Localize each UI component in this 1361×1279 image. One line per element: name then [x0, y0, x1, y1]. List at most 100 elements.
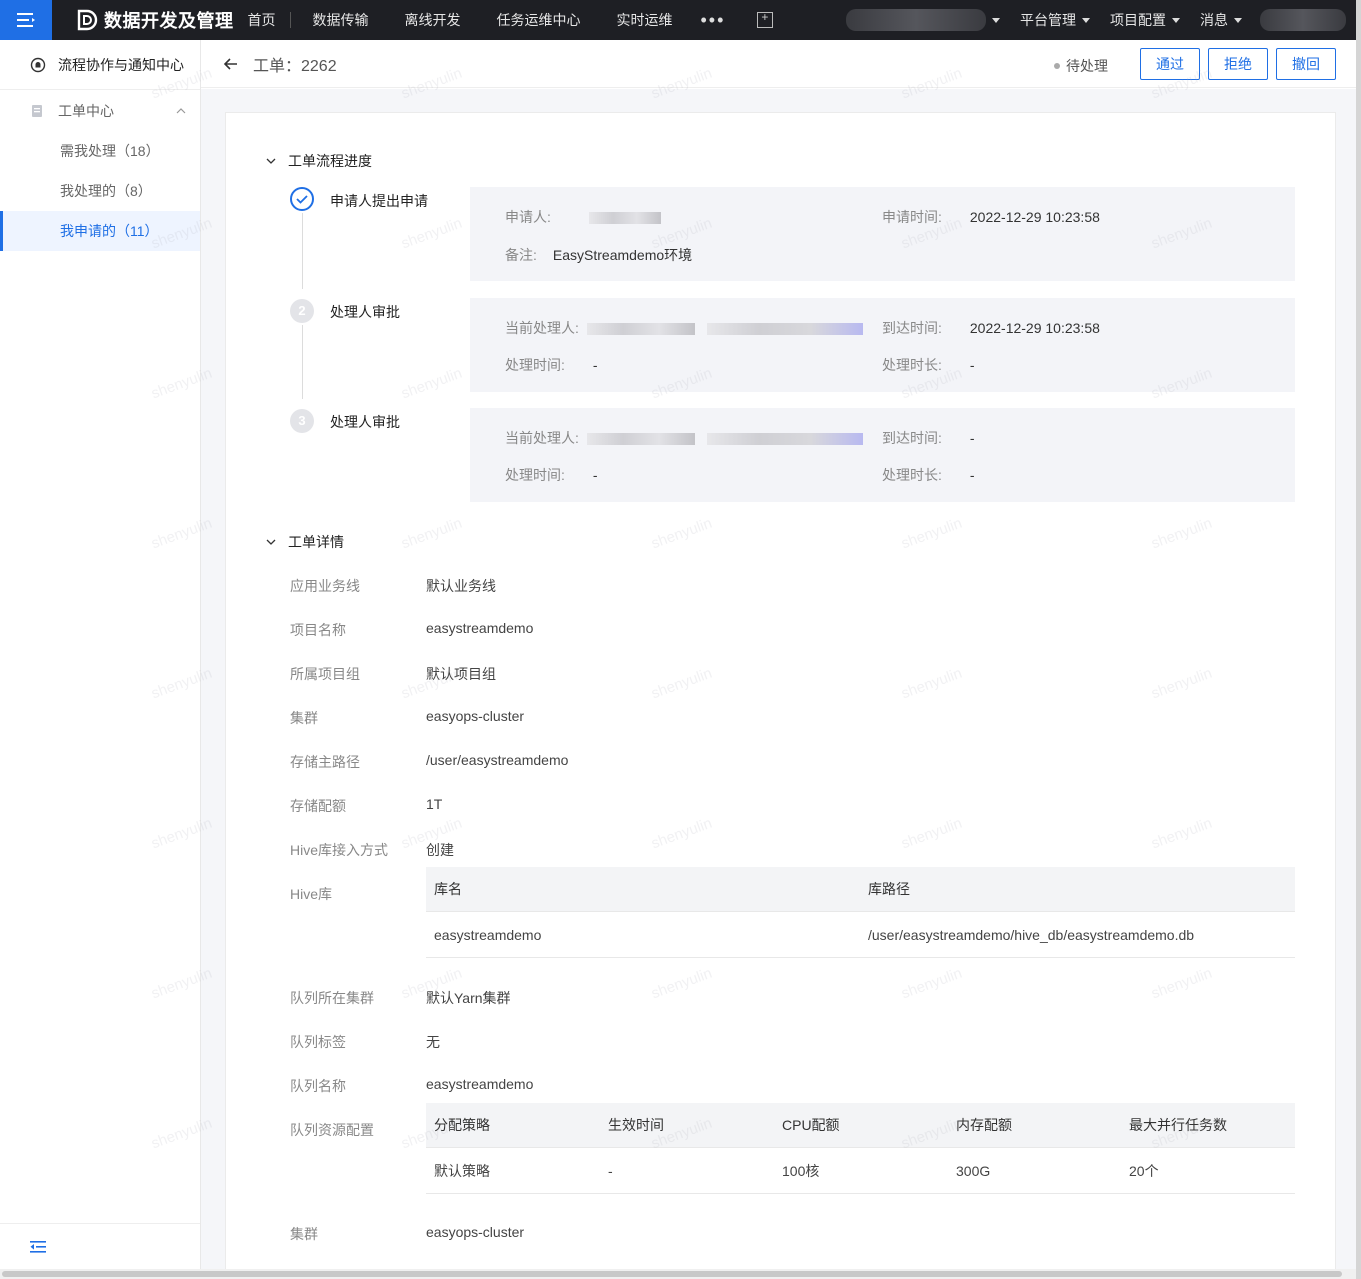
sidebar-item-handled[interactable]: 我处理的（8）: [0, 171, 200, 211]
sidebar-item-to-handle[interactable]: 需我处理（18）: [0, 131, 200, 171]
main-nav: 首页 数据传输 离线开发 任务运维中心 实时运维 •••: [248, 0, 774, 40]
handler-value: [586, 433, 695, 446]
sidebar-group-ticket-center[interactable]: 工单中心: [0, 91, 200, 131]
step-2-name: 处理人审批: [330, 304, 400, 320]
sidebar-collapse-button[interactable]: [0, 1223, 200, 1269]
field-label: 队列名称: [290, 1078, 346, 1094]
nav-task-ops[interactable]: 任务运维中心: [479, 0, 599, 40]
horizontal-scrollbar[interactable]: [0, 1269, 1356, 1279]
progress-section-header[interactable]: 工单流程进度: [266, 151, 372, 171]
more-nav-button[interactable]: •••: [691, 10, 736, 31]
column-header: 最大并行任务数: [1129, 1117, 1227, 1133]
sidebar-header: 流程协作与通知中心: [0, 40, 200, 90]
apply-time-value: 2022-12-29 10:23:58: [969, 209, 1100, 225]
duration-field: 处理时长: -: [882, 465, 975, 485]
field-value: 1T: [426, 796, 443, 812]
field-value: 无: [426, 1034, 440, 1050]
scrollbar-thumb[interactable]: [2, 1271, 1342, 1277]
sidebar-item-my-requests[interactable]: 我申请的（11）: [0, 211, 200, 251]
field-value: 默认项目组: [426, 666, 496, 682]
nav-data-transfer[interactable]: 数据传输: [295, 0, 387, 40]
top-bar: 数据开发及管理 首页 数据传输 离线开发 任务运维中心 实时运维 ••• 平台管…: [0, 0, 1356, 40]
project-config-label: 项目配置: [1110, 12, 1166, 28]
table-row: 默认策略 - 100核 300G 20个: [426, 1148, 1295, 1194]
column-header: 分配策略: [434, 1117, 490, 1133]
note-label: 备注:: [505, 247, 537, 263]
field-label: 队列标签: [290, 1034, 346, 1050]
handler-value: [706, 433, 863, 446]
table-cell: 默认策略: [434, 1162, 490, 1179]
vertical-scrollbar[interactable]: [1356, 0, 1361, 1279]
table-cell: -: [608, 1162, 613, 1179]
step-connector: [302, 325, 303, 399]
chevron-down-icon: [992, 17, 1000, 23]
field-label: 队列所在集群: [290, 990, 374, 1006]
top-right-area: 平台管理 项目配置 消息: [846, 0, 1346, 40]
field-value: 默认Yarn集群: [426, 990, 511, 1006]
message-menu[interactable]: 消息: [1200, 10, 1242, 30]
status-text: 待处理: [1066, 58, 1108, 74]
step-done-icon: [290, 187, 314, 211]
reject-button[interactable]: 拒绝: [1208, 48, 1268, 80]
approve-button[interactable]: 通过: [1140, 48, 1200, 80]
queue-config-label: 队列资源配置: [290, 1122, 374, 1138]
chevron-down-icon: [1234, 17, 1242, 23]
handler-label: 当前处理人:: [505, 430, 579, 446]
check-icon: [296, 195, 308, 204]
nav-home[interactable]: 首页: [248, 0, 290, 40]
arrive-time-value: -: [969, 430, 975, 446]
duration-value: -: [969, 467, 975, 483]
hive-label: Hive库: [290, 886, 333, 902]
fullscreen-icon[interactable]: [757, 10, 774, 28]
applicant-label: 申请人:: [505, 209, 551, 225]
logo-icon: [77, 9, 98, 31]
step-3-number: 3: [290, 409, 314, 433]
project-config-menu[interactable]: 项目配置: [1110, 10, 1180, 30]
field-value: 默认业务线: [426, 578, 496, 594]
main-content: 工单流程进度 申请人提出申请 申请人: 申请时间: 2022-12-29 10:2…: [201, 89, 1356, 1272]
field-label: Hive库接入方式: [290, 842, 389, 858]
back-arrow-icon[interactable]: [223, 56, 239, 72]
field-value: 创建: [426, 842, 454, 858]
status-badge: 待处理: [1054, 56, 1108, 76]
table-cell: easystreamdemo: [434, 926, 542, 943]
process-time-field: 处理时间: -: [505, 355, 598, 375]
project-selector[interactable]: [846, 9, 986, 31]
arrive-time-label: 到达时间:: [882, 320, 942, 336]
table-header: 库名 库路径: [426, 867, 1295, 912]
chevron-down-icon: [1172, 17, 1180, 23]
handler-value: [586, 323, 695, 336]
field-label: 集群: [290, 1226, 318, 1242]
table-cell: 100核: [782, 1162, 820, 1179]
field-value: easystreamdemo: [426, 1076, 534, 1092]
app-title: 数据开发及管理: [104, 11, 234, 31]
bell-icon: [30, 57, 46, 72]
duration-label: 处理时长:: [882, 357, 942, 373]
details-section-header[interactable]: 工单详情: [266, 532, 344, 552]
ticket-card: 工单流程进度 申请人提出申请 申请人: 申请时间: 2022-12-29 10:2…: [225, 112, 1336, 1272]
menu-toggle-button[interactable]: [0, 0, 52, 40]
app-logo[interactable]: 数据开发及管理: [76, 7, 234, 33]
step-2-details: 当前处理人: 到达时间: 2022-12-29 10:23:58 处理时间: - 处…: [470, 298, 1295, 392]
chevron-down-icon: [1082, 17, 1090, 23]
nav-offline-dev[interactable]: 离线开发: [387, 0, 479, 40]
process-time-label: 处理时间:: [505, 467, 565, 483]
table-cell: 20个: [1129, 1162, 1159, 1179]
queue-table: 分配策略 生效时间 CPU配额 内存配额 最大并行任务数 默认策略 - 100核…: [426, 1103, 1295, 1194]
platform-menu[interactable]: 平台管理: [1020, 10, 1090, 30]
handler-label: 当前处理人:: [505, 320, 579, 336]
user-avatar[interactable]: [1260, 9, 1346, 31]
collapse-icon: [30, 1240, 46, 1253]
duration-field: 处理时长: -: [882, 355, 975, 375]
apply-time-field: 申请时间: 2022-12-29 10:23:58: [882, 207, 1100, 227]
handler-field: 当前处理人:: [505, 318, 863, 338]
nav-realtime-ops[interactable]: 实时运维: [599, 0, 691, 40]
column-header: 内存配额: [956, 1117, 1012, 1133]
note-value: EasyStreamdemo环境: [552, 247, 693, 263]
arrive-time-field: 到达时间: 2022-12-29 10:23:58: [882, 318, 1100, 338]
step-3-name: 处理人审批: [330, 414, 400, 430]
field-value: easyops-cluster: [426, 708, 525, 724]
page-title: 工单：2262: [253, 57, 337, 75]
step-2-number: 2: [290, 299, 314, 323]
revoke-button[interactable]: 撤回: [1276, 48, 1336, 80]
